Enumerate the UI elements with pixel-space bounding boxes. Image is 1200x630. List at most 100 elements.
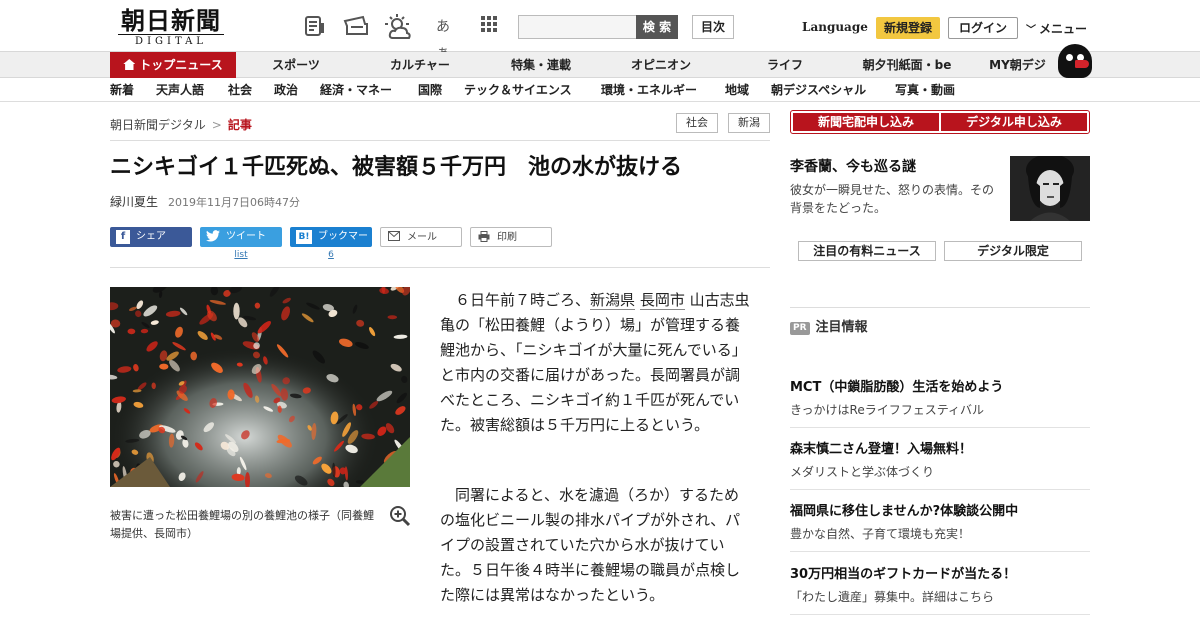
nav-paper[interactable]: 朝夕刊紙面・be (852, 52, 962, 78)
menu-button[interactable]: ﹀ メニュー (1026, 20, 1087, 37)
nav-culture[interactable]: カルチャー (375, 52, 465, 78)
subnav-region[interactable]: 地域 (725, 78, 749, 102)
divider (110, 267, 770, 268)
pr-item[interactable]: 30万円相当のギフトカードが当たる！ 「わたし遺産」募集中。詳細はこちら (790, 566, 1090, 605)
tag-society[interactable]: 社会 (676, 113, 718, 133)
nav-life[interactable]: ライフ (750, 52, 820, 78)
asahi-logo[interactable]: 朝日新聞 DIGITAL (112, 8, 230, 48)
pr-item[interactable]: 森末慎二さん登壇！入場無料！ メダリストと学ぶ体づくり (790, 441, 1090, 480)
facebook-share-button[interactable]: f シェア (110, 227, 192, 247)
hatena-count[interactable]: 6 (290, 250, 372, 260)
ticket-icon[interactable] (343, 14, 369, 40)
para1-text-a: ６日午前７時ごろ、 (455, 291, 591, 309)
newspaper-icon[interactable] (302, 14, 328, 40)
twitter-count[interactable]: list (200, 250, 282, 260)
breadcrumb-home[interactable]: 朝日新聞デジタル (110, 118, 206, 132)
mail-share-label: メール (407, 232, 437, 243)
article-paragraph: 同署によると、水を濾過（ろか）するための塩化ビニール製の排水パイプが外され、パイ… (440, 483, 750, 608)
facebook-icon: f (116, 230, 130, 244)
link-nagaoka[interactable]: 長岡市 (639, 291, 685, 310)
subnav-tenseijingo[interactable]: 天声人語 (156, 78, 204, 102)
tab-digital-only[interactable]: デジタル限定 (944, 241, 1082, 261)
mascot-beak (1075, 60, 1089, 68)
author[interactable]: 緑川夏生 (110, 195, 158, 209)
subnav-environment[interactable]: 環境・エネルギー (601, 78, 697, 102)
toc-button[interactable]: 目次 (692, 15, 734, 39)
koi-fish-shape (233, 302, 240, 320)
publish-date: 2019年11月7日06時47分 (168, 196, 300, 209)
language-link[interactable]: Language (802, 20, 868, 34)
subscribe-panel: 新聞宅配申し込み デジタル申し込み (790, 110, 1090, 134)
divider (790, 551, 1090, 552)
nav-opinion[interactable]: オピニオン (620, 52, 702, 78)
twitter-share-label: ツイート (226, 231, 266, 242)
subnav-society[interactable]: 社会 (228, 78, 252, 102)
breadcrumb-separator: > (211, 118, 222, 132)
article-paragraph: ６日午前７時ごろ、新潟県 長岡市 山古志虫亀の「松田養鯉（ようり）場」が管理する… (440, 288, 750, 438)
weather-icon[interactable] (385, 14, 411, 40)
subscribe-paper-button[interactable]: 新聞宅配申し込み (793, 113, 939, 131)
facebook-share-label: シェア (136, 231, 166, 242)
subnav-new[interactable]: 新着 (110, 78, 134, 102)
nav-label: トップニュース (139, 58, 223, 72)
pr-badge: PR (790, 322, 810, 335)
login-button[interactable]: ログイン (948, 17, 1018, 39)
article-photo[interactable] (110, 287, 410, 487)
nav-top-news[interactable]: トップニュース (110, 52, 236, 78)
subnav-tech-science[interactable]: テック＆サイエンス (464, 78, 572, 102)
divider (790, 427, 1090, 428)
search-input[interactable] (518, 15, 638, 39)
photo-caption: 被害に遭った松田養鯉場の別の養鯉池の様子（同養鯉場提供、長岡市） (110, 509, 374, 540)
subnav-international[interactable]: 国際 (418, 78, 442, 102)
text-size-icon[interactable]: あぁ (430, 14, 456, 61)
feature-portrait-image[interactable] (1010, 156, 1090, 221)
subnav-economy[interactable]: 経済・マネー (320, 78, 392, 102)
site-header: 朝日新聞 DIGITAL あぁ 検 索 目次 Language 新規登録 ログイ… (0, 0, 1200, 61)
breadcrumb-current: 記事 (227, 118, 252, 132)
twitter-icon (206, 230, 220, 244)
pr-item-desc: 「わたし遺産」募集中。詳細はこちら (790, 590, 995, 604)
feature-description: 彼女が一瞬見せた、怒りの表情。その背景をたどった。 (790, 183, 995, 215)
pr-item-desc: きっかけはReライフフェスティバル (790, 403, 984, 417)
print-label: 印刷 (497, 232, 517, 243)
pr-heading: PR 注目情報 (790, 316, 868, 335)
pr-item-title: 森末慎二さん登壇！入場無料！ (790, 442, 973, 457)
tag-niigata[interactable]: 新潟 (728, 113, 770, 133)
main-nav: トップニュース スポーツ カルチャー 特集・連載 オピニオン ライフ 朝夕刊紙面… (0, 52, 1200, 78)
subnav-special[interactable]: 朝デジスペシャル (771, 78, 866, 102)
pr-heading-text: 注目情報 (815, 320, 868, 335)
sub-nav: 新着 天声人語 社会 政治 経済・マネー 国際 テック＆サイエンス 環境・エネル… (0, 78, 1200, 102)
divider (790, 307, 1090, 308)
logo-sub-text: DIGITAL (118, 34, 224, 47)
home-icon (123, 59, 136, 70)
tab-paid-news[interactable]: 注目の有料ニュース (798, 241, 936, 261)
register-button[interactable]: 新規登録 (876, 17, 940, 39)
subnav-photo-video[interactable]: 写真・動画 (895, 78, 955, 102)
breadcrumb: 朝日新聞デジタル > 記事 (110, 116, 252, 133)
print-button[interactable]: 印刷 (470, 227, 552, 247)
nav-my-asadigi[interactable]: MY朝デジ (980, 52, 1055, 78)
pr-item-desc: 豊かな自然、子育て環境も充実！ (790, 527, 971, 541)
printer-icon (477, 231, 491, 245)
hatena-icon: B! (296, 230, 312, 244)
app-grid-icon[interactable] (476, 14, 502, 40)
nav-sports[interactable]: スポーツ (255, 52, 337, 78)
mascot-icon[interactable] (1058, 44, 1092, 78)
hatena-bookmark-button[interactable]: B! ブックマーク (290, 227, 372, 262)
para1-text-b: 山古志虫亀の「松田養鯉（ようり）場」が管理する養鯉池から、「ニシキゴイが大量に死… (440, 291, 750, 434)
nav-features[interactable]: 特集・連載 (498, 52, 584, 78)
pr-item[interactable]: 福岡県に移住しませんか?体験談公開中 豊かな自然、子育て環境も充実！ (790, 503, 1090, 542)
feature-title[interactable]: 李香蘭、今も巡る謎 (790, 156, 916, 176)
link-niigata[interactable]: 新潟県 (590, 291, 636, 310)
pr-item-desc: メダリストと学ぶ体づくり (790, 465, 935, 479)
mail-share-button[interactable]: メール (380, 227, 462, 247)
pr-item[interactable]: MCT（中鎖脂肪酸）生活を始めよう きっかけはReライフフェスティバル (790, 379, 1090, 418)
divider (110, 140, 770, 141)
subnav-politics[interactable]: 政治 (274, 78, 298, 102)
pr-item-title: MCT（中鎖脂肪酸）生活を始めよう (790, 380, 1004, 395)
zoom-icon[interactable] (389, 505, 411, 527)
twitter-share-button[interactable]: ツイート (200, 227, 282, 247)
mascot-eye-left (1066, 54, 1073, 61)
search-button[interactable]: 検 索 (636, 15, 678, 39)
subscribe-digital-button[interactable]: デジタル申し込み (941, 113, 1087, 131)
